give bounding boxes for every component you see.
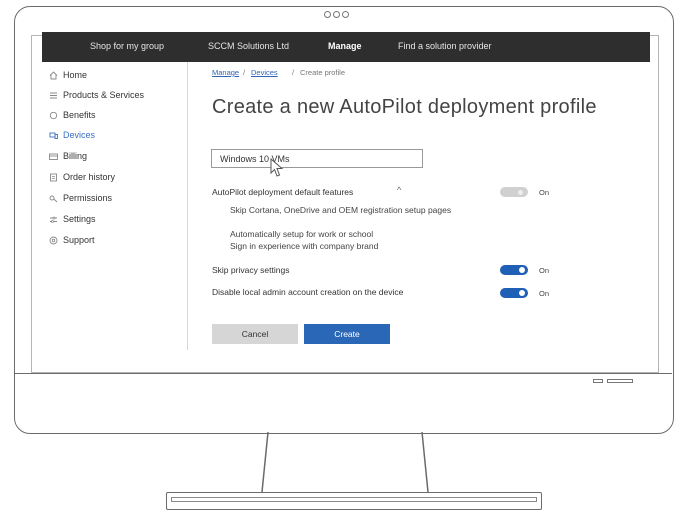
sidebar-item-home[interactable]: Home — [48, 68, 87, 82]
sidebar-item-products-services[interactable]: Products & Services — [48, 88, 144, 102]
sidebar-item-benefits[interactable]: Benefits — [48, 108, 96, 122]
skip-privacy-toggle[interactable] — [500, 265, 528, 275]
devices-icon — [48, 130, 58, 140]
nav-shop-for-my-group[interactable]: Shop for my group — [90, 41, 164, 51]
disable-admin-toggle-text: On — [539, 289, 550, 298]
nav-manage[interactable]: Manage — [328, 41, 362, 51]
feature-item: Sign in experience with company brand — [230, 241, 379, 251]
sidebar-item-order-history[interactable]: Order history — [48, 170, 115, 184]
sidebar-item-settings[interactable]: Settings — [48, 212, 96, 226]
disable-admin-label: Disable local admin account creation on … — [212, 287, 404, 297]
camera-dots — [324, 11, 349, 18]
chevron-up-icon[interactable]: ^ — [397, 185, 401, 195]
feature-item: Automatically setup for work or school — [230, 229, 374, 239]
cancel-button[interactable]: Cancel — [212, 324, 298, 344]
feature-item: Skip Cortana, OneDrive and OEM registrat… — [230, 205, 452, 215]
app-window: Shop for my group SCCM Solutions Ltd Man… — [42, 32, 650, 350]
indicator-light — [593, 379, 603, 383]
skip-privacy-label: Skip privacy settings — [212, 265, 290, 275]
support-icon — [48, 235, 58, 245]
nav-find-solution-provider[interactable]: Find a solution provider — [398, 41, 492, 51]
sidebar: Home Products & Services Benefits Device… — [42, 62, 188, 350]
list-icon — [48, 90, 58, 100]
billing-icon — [48, 151, 58, 161]
bezel-divider — [15, 373, 672, 374]
sidebar-item-billing[interactable]: Billing — [48, 149, 87, 163]
permissions-icon — [48, 193, 58, 203]
monitor-stand — [261, 432, 429, 493]
nav-sccm-solutions[interactable]: SCCM Solutions Ltd — [208, 41, 289, 51]
skip-privacy-toggle-text: On — [539, 266, 550, 275]
breadcrumb-current: Create profile — [300, 68, 346, 77]
features-toggle — [500, 187, 528, 197]
breadcrumb-separator: / — [292, 68, 295, 77]
order-history-icon — [48, 172, 58, 182]
indicator-bar — [607, 379, 633, 383]
settings-icon — [48, 214, 58, 224]
breadcrumb-separator: / — [243, 68, 246, 77]
breadcrumb-manage[interactable]: Manage — [212, 68, 239, 77]
benefits-icon — [48, 110, 58, 120]
home-icon — [48, 70, 58, 80]
mouse-cursor-icon — [270, 158, 284, 177]
create-button[interactable]: Create — [304, 324, 390, 344]
features-toggle-text: On — [539, 188, 550, 197]
sidebar-item-permissions[interactable]: Permissions — [48, 191, 112, 205]
sidebar-item-devices[interactable]: Devices — [48, 128, 95, 142]
page-title: Create a new AutoPilot deployment profil… — [212, 96, 597, 118]
profile-name-input[interactable] — [211, 149, 423, 168]
top-navigation: Shop for my group SCCM Solutions Ltd Man… — [42, 32, 650, 62]
features-label: AutoPilot deployment default features — [212, 187, 354, 197]
disable-admin-toggle[interactable] — [500, 288, 528, 298]
breadcrumb-devices[interactable]: Devices — [251, 68, 278, 77]
monitor-base — [166, 492, 542, 510]
sidebar-item-support[interactable]: Support — [48, 233, 95, 247]
